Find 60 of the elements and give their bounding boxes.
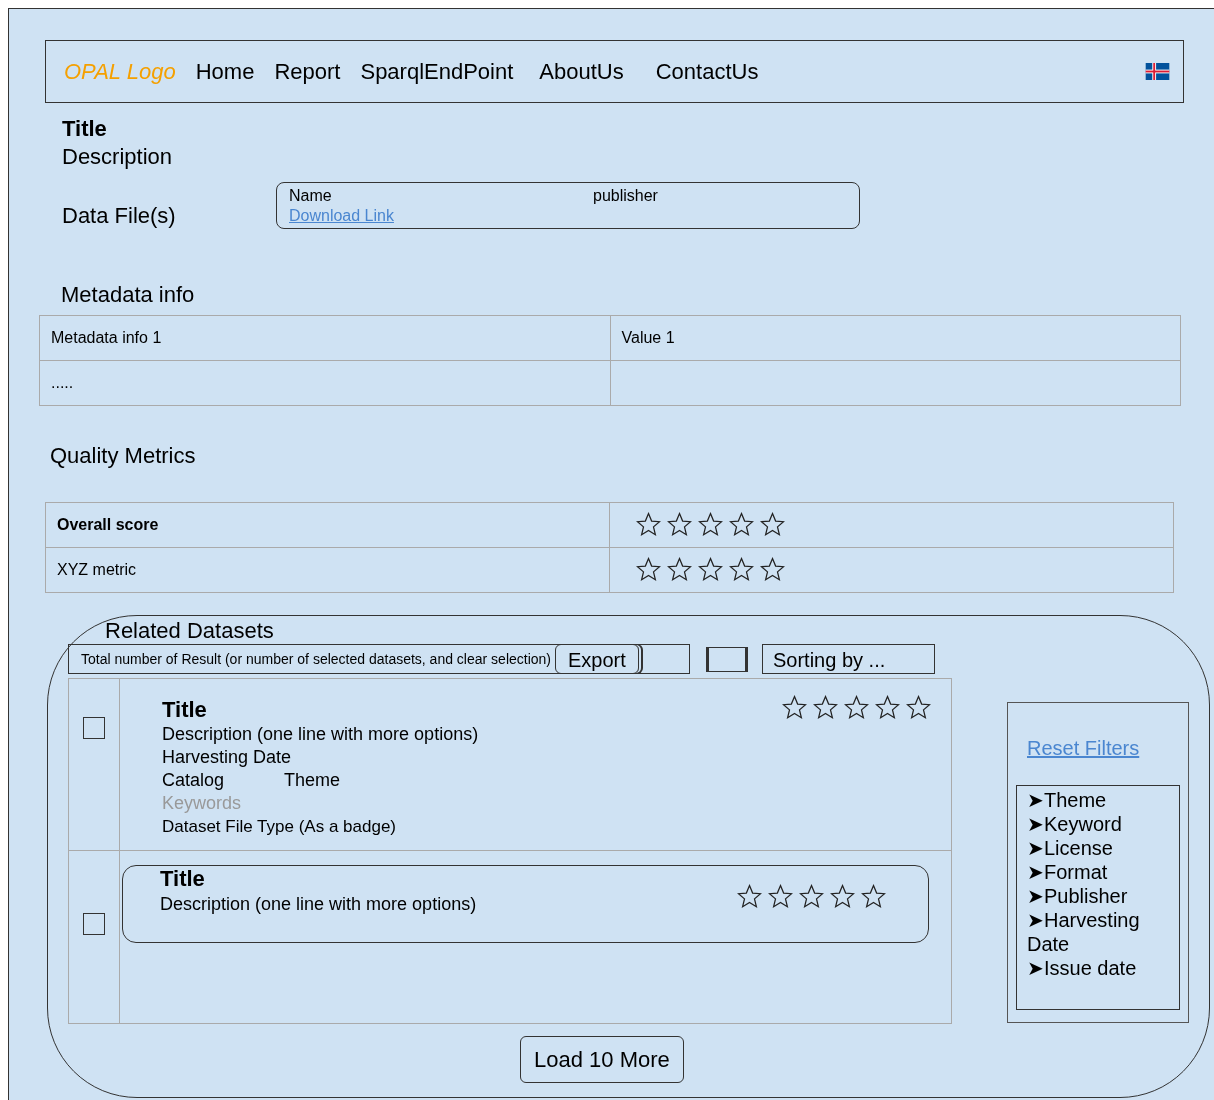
- star-icon: [667, 557, 692, 582]
- star-icon: [636, 557, 661, 582]
- star-icon: [667, 512, 692, 537]
- checkbox[interactable]: [83, 913, 105, 935]
- filter-item[interactable]: ➤Issue date: [1027, 956, 1169, 980]
- star-icon: [698, 557, 723, 582]
- filter-item[interactable]: ➤Format: [1027, 860, 1169, 884]
- page-description: Description: [62, 143, 174, 171]
- filter-item[interactable]: ➤Theme: [1027, 788, 1169, 812]
- dataset-title[interactable]: Title: [160, 866, 477, 892]
- sort-dropdown[interactable]: Sorting by ...: [762, 644, 935, 674]
- table-cell: Value 1: [610, 315, 1181, 361]
- section-heading: Related Datasets: [105, 618, 275, 644]
- star-icon: [813, 695, 838, 720]
- dataset-description: Description (one line with more options): [162, 723, 479, 746]
- file-name: Name: [289, 186, 333, 206]
- field-label: Data File(s): [62, 202, 177, 230]
- star-icon: [799, 884, 824, 909]
- star-icon: [768, 884, 793, 909]
- table-cell: .....: [39, 360, 610, 406]
- dataset-catalog: Catalog: [162, 769, 226, 792]
- load-more-button[interactable]: Load 10 More: [520, 1036, 684, 1083]
- dataset-description: Description (one line with more options): [160, 893, 477, 916]
- filter-item[interactable]: ➤Harvesting Date: [1027, 908, 1169, 956]
- star-icon: [729, 512, 754, 537]
- star-icon: [760, 557, 785, 582]
- star-icon: [737, 884, 762, 909]
- filter-item[interactable]: ➤License: [1027, 836, 1169, 860]
- star-icon: [830, 884, 855, 909]
- nav-link[interactable]: AboutUs: [539, 55, 624, 88]
- nav-link[interactable]: ContactUs: [655, 55, 759, 88]
- nav-link[interactable]: Report: [274, 55, 341, 88]
- page-title: Title: [62, 115, 108, 143]
- nav-link[interactable]: Home: [195, 55, 255, 88]
- filter-item[interactable]: ➤Keyword: [1027, 812, 1169, 836]
- star-icon: [875, 695, 900, 720]
- star-icon: [861, 884, 886, 909]
- star-icon: [906, 695, 931, 720]
- table-cell: Metadata info 1: [39, 315, 610, 361]
- filter-item[interactable]: ➤Publisher: [1027, 884, 1169, 908]
- nav-link[interactable]: SparqlEndPoint: [360, 55, 514, 88]
- file-type: Dataset File Type (As a badge): [162, 816, 398, 838]
- star-icon: [760, 512, 785, 537]
- star-icon: [782, 695, 807, 720]
- star-icon: [698, 512, 723, 537]
- table-cell: Overall score: [45, 502, 610, 548]
- star-icon: [729, 557, 754, 582]
- dataset-keywords: Keywords: [162, 792, 243, 815]
- star-icon: [844, 695, 869, 720]
- section-heading: Metadata info: [61, 281, 196, 309]
- dataset-theme: Theme: [284, 769, 341, 792]
- harvesting-date: Harvesting Date: [162, 746, 293, 769]
- star-icon: [636, 512, 661, 537]
- result-summary: Total number of Result (or number of selected datasets, and clear selection): [81, 649, 552, 669]
- checkbox[interactable]: [83, 717, 105, 739]
- file-publisher: publisher: [593, 186, 658, 206]
- section-heading: Quality Metrics: [50, 442, 197, 470]
- table-cell: XYZ metric: [45, 547, 610, 593]
- dataset-title[interactable]: Title: [162, 697, 479, 723]
- blank-button[interactable]: [706, 646, 748, 672]
